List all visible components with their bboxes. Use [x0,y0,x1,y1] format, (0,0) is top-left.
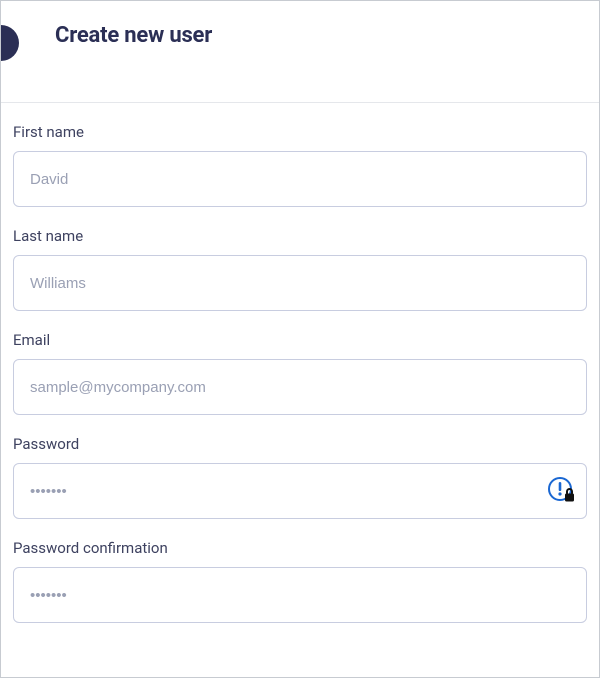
password-confirmation-label: Password confirmation [13,539,587,557]
dialog-header: Create new user [1,1,599,103]
avatar [0,25,19,61]
create-user-form: First name Last name Email Password [1,103,599,623]
last-name-input[interactable] [13,255,587,311]
page-title: Create new user [55,23,212,48]
last-name-field: Last name [13,227,587,311]
email-field: Email [13,331,587,415]
password-input[interactable] [13,463,587,519]
first-name-field: First name [13,123,587,207]
first-name-input[interactable] [13,151,587,207]
create-user-dialog: Create new user First name Last name Ema… [0,0,600,678]
email-input[interactable] [13,359,587,415]
first-name-label: First name [13,123,587,141]
password-label: Password [13,435,587,453]
last-name-label: Last name [13,227,587,245]
password-field: Password [13,435,587,519]
password-confirmation-input[interactable] [13,567,587,623]
email-label: Email [13,331,587,349]
password-confirmation-field: Password confirmation [13,539,587,623]
password-manager-icon[interactable] [547,476,577,506]
